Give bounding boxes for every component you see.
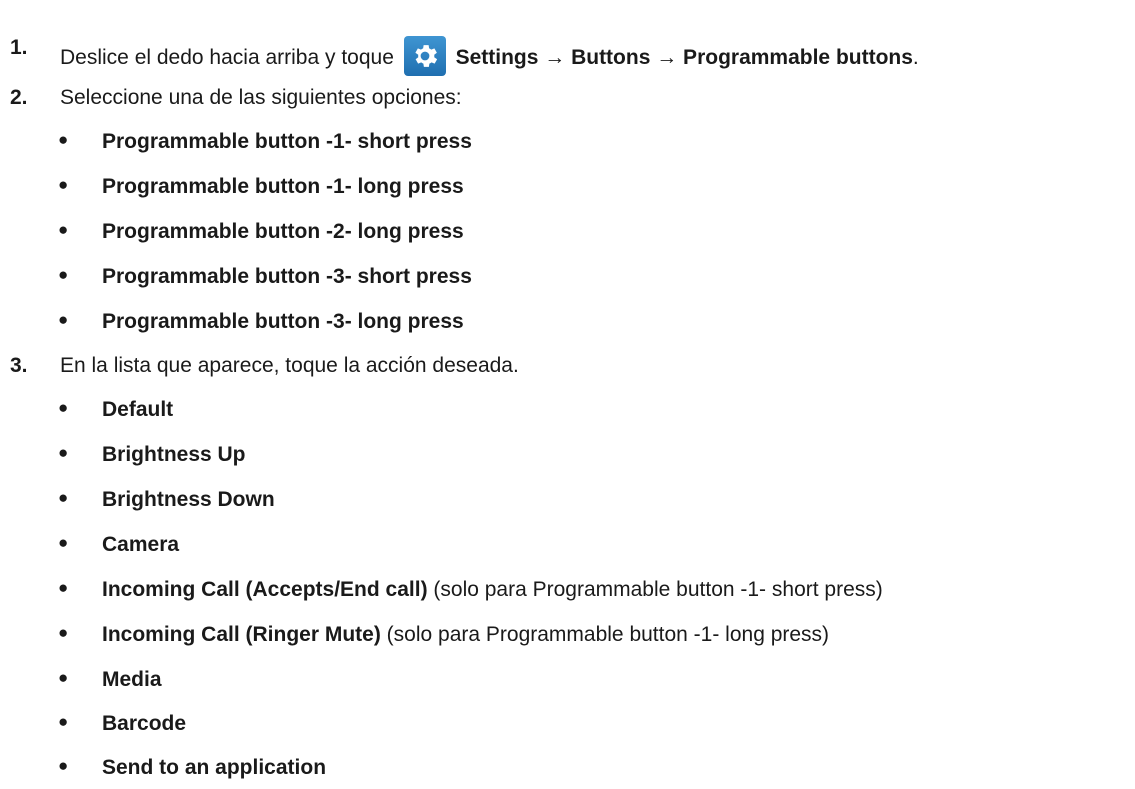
action-label: Default xyxy=(102,398,174,421)
bullet-icon: ● xyxy=(58,220,69,239)
bullet-icon: ● xyxy=(58,578,69,597)
bullet-icon: ● xyxy=(58,310,69,329)
action-label: Media xyxy=(102,668,162,691)
action-label: Brightness Down xyxy=(102,488,275,511)
step-number: 1. xyxy=(10,36,28,59)
action-item-text: Incoming Call (Ringer Mute) (solo para P… xyxy=(102,623,829,647)
step-text-before: Deslice el dedo hacia arriba y toque xyxy=(60,46,394,69)
action-label: Incoming Call (Accepts/End call) xyxy=(102,578,428,601)
bullet-icon: ● xyxy=(58,443,69,462)
step-text: En la lista que aparece, toque la acción… xyxy=(60,354,519,377)
option-label: Programmable button -1- short press xyxy=(102,130,472,153)
bullet-icon: ● xyxy=(58,668,69,687)
action-label: Barcode xyxy=(102,712,187,735)
step-number: 3. xyxy=(10,354,28,377)
bullet-icon: ● xyxy=(58,488,69,507)
bullet-icon: ● xyxy=(58,265,69,284)
settings-path: Settings → Buttons → Programmable button… xyxy=(455,46,913,69)
bullet-icon: ● xyxy=(58,130,69,149)
bullet-icon: ● xyxy=(58,623,69,642)
bullet-icon: ● xyxy=(58,756,69,775)
step-text-after: . xyxy=(912,46,919,69)
action-item-text: Incoming Call (Accepts/End call) (solo p… xyxy=(102,578,883,602)
step-number: 2. xyxy=(10,86,28,109)
option-label: Programmable button -3- long press xyxy=(102,310,464,333)
action-label: Camera xyxy=(102,533,180,556)
action-note: (solo para Programmable button -1- short… xyxy=(427,578,883,601)
option-label: Programmable button -3- short press xyxy=(102,265,472,288)
action-note: (solo para Programmable button -1- long … xyxy=(380,623,830,646)
option-label: Programmable button -2- long press xyxy=(102,220,464,243)
step-text: Deslice el dedo hacia arriba y toque Set… xyxy=(60,36,919,76)
bullet-icon: ● xyxy=(58,175,69,194)
bullet-icon: ● xyxy=(58,533,69,552)
action-label: Brightness Up xyxy=(102,443,246,466)
option-label: Programmable button -1- long press xyxy=(102,175,464,198)
settings-gear-icon xyxy=(403,36,446,76)
step-text: Seleccione una de las siguientes opcione… xyxy=(60,86,462,109)
bullet-icon: ● xyxy=(58,712,69,731)
action-label: Incoming Call (Ringer Mute) xyxy=(102,623,381,646)
action-label: Send to an application xyxy=(102,756,327,779)
bullet-icon: ● xyxy=(58,398,69,417)
